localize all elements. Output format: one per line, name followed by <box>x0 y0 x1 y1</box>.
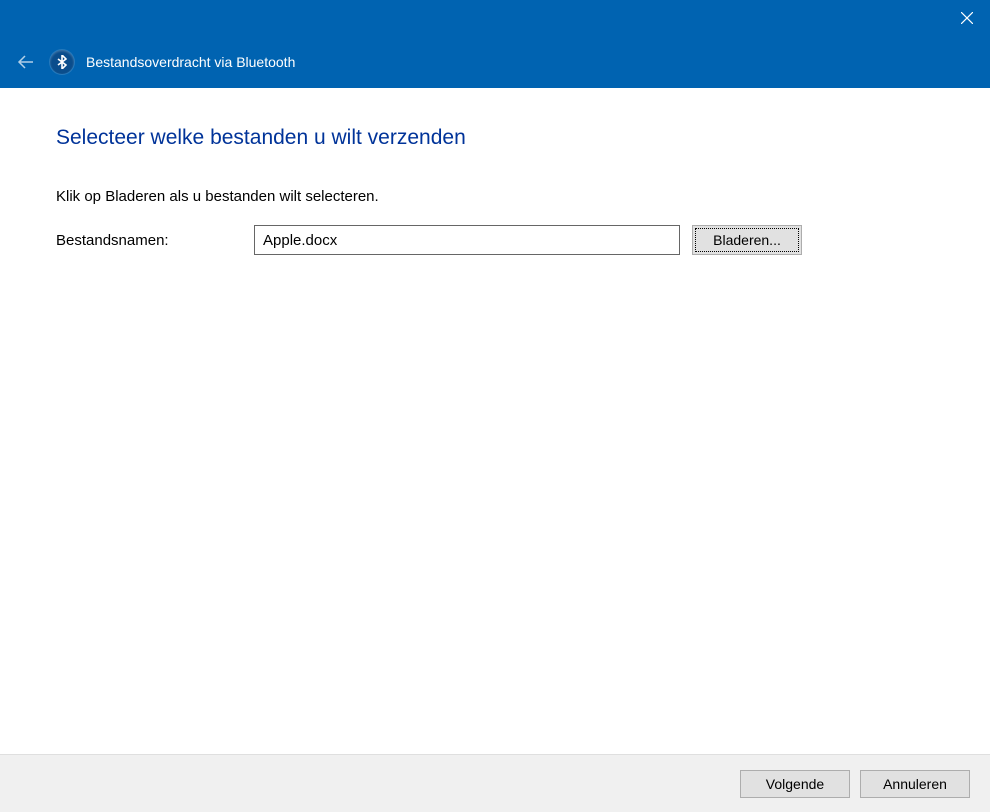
window-title: Bestandsoverdracht via Bluetooth <box>86 54 295 70</box>
file-label: Bestandsnamen: <box>56 232 254 249</box>
back-button[interactable] <box>14 50 38 74</box>
footer: Volgende Annuleren <box>0 754 990 812</box>
filenames-input[interactable] <box>254 225 680 255</box>
next-button[interactable]: Volgende <box>740 770 850 798</box>
instruction-text: Klik op Bladeren als u bestanden wilt se… <box>56 188 934 205</box>
bluetooth-icon <box>50 50 74 74</box>
browse-button[interactable]: Bladeren... <box>692 225 802 255</box>
page-heading: Selecteer welke bestanden u wilt verzend… <box>56 126 934 150</box>
content-area: Selecteer welke bestanden u wilt verzend… <box>0 88 990 754</box>
close-icon <box>961 12 973 24</box>
header: Bestandsoverdracht via Bluetooth <box>0 36 990 88</box>
close-button[interactable] <box>944 0 990 36</box>
back-arrow-icon <box>16 52 36 72</box>
cancel-button[interactable]: Annuleren <box>860 770 970 798</box>
file-row: Bestandsnamen: Bladeren... <box>56 225 934 255</box>
titlebar <box>0 0 990 36</box>
